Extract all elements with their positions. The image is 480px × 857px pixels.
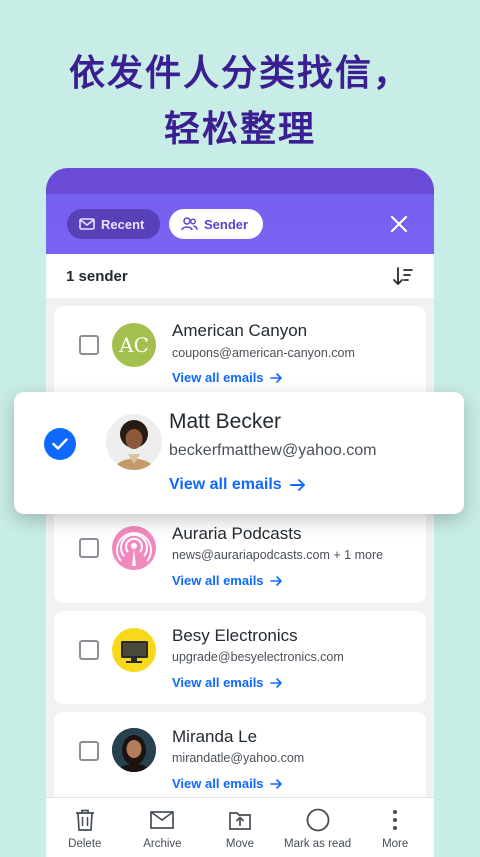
move-button[interactable]: Move <box>202 798 278 857</box>
view-all-emails-link[interactable]: View all emails <box>172 776 283 791</box>
person-photo-icon <box>106 414 162 470</box>
view-all-emails-link[interactable]: View all emails <box>172 675 283 690</box>
filter-chip-sender-label: Sender <box>204 216 249 232</box>
sender-row-american-canyon[interactable]: AC American Canyon coupons@american-cany… <box>54 306 426 398</box>
sender-name: American Canyon <box>172 321 308 340</box>
sender-row-matt-becker-selected[interactable]: Matt Becker beckerfmatthew@yahoo.com Vie… <box>14 392 464 514</box>
archive-button[interactable]: Archive <box>124 798 200 857</box>
row-checkbox-checked[interactable] <box>44 428 76 460</box>
view-all-emails-label: View all emails <box>172 370 264 385</box>
sender-email: news@aurariapodcasts.com <box>172 548 330 562</box>
archive-icon <box>150 811 175 829</box>
headline-line-2: 轻松整理 <box>163 109 316 150</box>
more-label: More <box>382 838 409 850</box>
sender-count-label: 1 sender <box>66 267 128 285</box>
sender-name: Miranda Le <box>172 727 258 746</box>
sender-row-auraria-podcasts[interactable]: Auraria Podcasts news@aurariapodcasts.co… <box>54 508 426 603</box>
row-checkbox[interactable] <box>79 741 99 761</box>
sort-icon[interactable] <box>392 265 414 287</box>
view-all-emails-link[interactable]: View all emails <box>172 370 283 385</box>
promo-headline: 依发件人分类找信， 轻松整理 <box>0 46 480 158</box>
avatar: AC <box>112 323 156 367</box>
view-all-emails-link[interactable]: View all emails <box>169 476 306 494</box>
headline-line-1: 依发件人分类找信， <box>68 53 411 94</box>
sender-email: beckerfmatthew@yahoo.com <box>169 442 377 459</box>
people-icon <box>181 217 198 231</box>
circle-icon <box>306 808 329 832</box>
delete-button[interactable]: Delete <box>47 798 123 857</box>
delete-label: Delete <box>68 838 102 850</box>
view-all-emails-label: View all emails <box>172 573 264 588</box>
move-label: Move <box>225 838 255 850</box>
arrow-right-icon <box>269 677 282 688</box>
trash-icon <box>75 809 94 831</box>
sender-row-miranda-le[interactable]: Miranda Le mirandatle@yahoo.com View all… <box>54 712 426 804</box>
selection-count-bar: 1 sender <box>46 254 434 298</box>
filter-chip-sender[interactable]: Sender <box>169 209 263 239</box>
view-all-emails-label: View all emails <box>172 675 264 690</box>
bottom-action-toolbar: Delete Archive Move Mark as read More <box>46 797 434 857</box>
podcast-icon <box>116 532 152 566</box>
more-addresses-label: + 1 more <box>333 548 384 562</box>
sender-row-besy-electronics[interactable]: Besy Electronics upgrade@besyelectronics… <box>54 611 426 704</box>
row-checkbox[interactable] <box>79 335 99 355</box>
archive-label: Archive <box>143 838 182 850</box>
avatar <box>106 414 162 470</box>
arrow-right-icon <box>269 575 282 586</box>
filter-chip-recent[interactable]: Recent <box>67 209 160 239</box>
view-all-emails-label: View all emails <box>169 476 282 493</box>
view-all-emails-label: View all emails <box>172 776 264 791</box>
avatar-initials: AC <box>119 333 149 357</box>
mark-as-read-button[interactable]: Mark as read <box>280 798 356 857</box>
envelope-icon <box>79 218 95 230</box>
sender-email: coupons@american-canyon.com <box>172 346 355 360</box>
monitor-icon <box>121 641 148 663</box>
sender-name: Auraria Podcasts <box>172 524 302 543</box>
avatar <box>112 728 156 772</box>
move-to-folder-icon <box>229 812 251 830</box>
sender-email-line: news@aurariapodcasts.com + 1 more <box>172 548 383 562</box>
person-photo-icon <box>112 728 156 772</box>
close-icon[interactable] <box>389 214 409 234</box>
sender-email: mirandatle@yahoo.com <box>172 751 305 765</box>
filter-header: Recent Sender <box>46 168 434 254</box>
filter-chip-recent-label: Recent <box>101 216 145 232</box>
checkmark-icon <box>52 438 68 450</box>
row-checkbox[interactable] <box>79 640 99 660</box>
arrow-right-icon <box>289 479 305 491</box>
more-button[interactable]: More <box>357 798 433 857</box>
avatar <box>112 526 156 570</box>
sender-email: upgrade@besyelectronics.com <box>172 650 344 664</box>
arrow-right-icon <box>269 778 282 789</box>
arrow-right-icon <box>269 372 282 383</box>
sender-name: Besy Electronics <box>172 626 298 645</box>
sender-name: Matt Becker <box>169 410 282 433</box>
more-vertical-icon <box>393 810 398 830</box>
mark-as-read-label: Mark as read <box>284 838 352 850</box>
avatar <box>112 628 156 672</box>
view-all-emails-link[interactable]: View all emails <box>172 573 283 588</box>
row-checkbox[interactable] <box>79 538 99 558</box>
